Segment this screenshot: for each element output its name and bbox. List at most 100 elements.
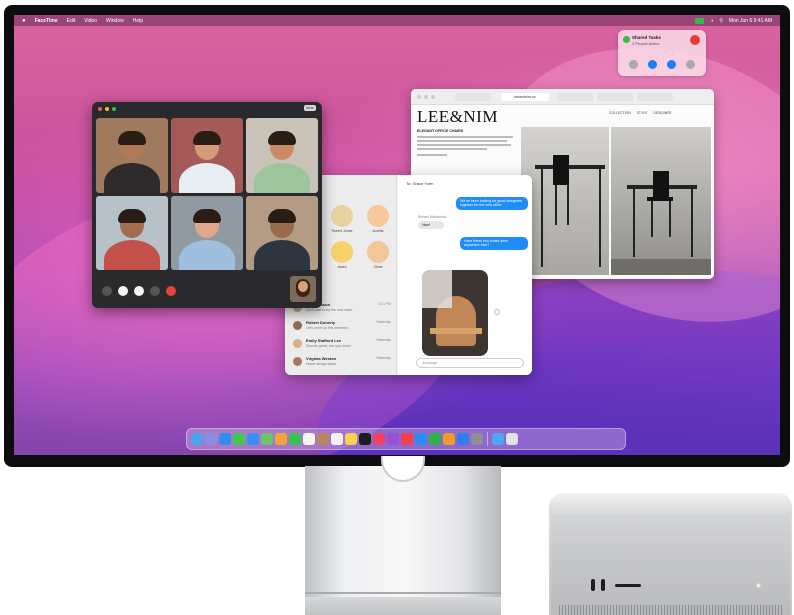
downloads-icon[interactable] (492, 433, 504, 445)
menu-window[interactable]: Window (106, 18, 124, 24)
thread-preview: Home design ideas (306, 362, 336, 366)
pinned-contact[interactable] (367, 241, 389, 263)
end-call-icon[interactable] (166, 286, 176, 296)
list-item[interactable]: Emily Stafford Lee Yesterday Sounds grea… (293, 337, 393, 353)
tv-icon[interactable] (359, 433, 371, 445)
contacts-icon[interactable] (317, 433, 329, 445)
trash-icon[interactable] (506, 433, 518, 445)
safari-tab[interactable] (557, 93, 593, 101)
facetime-participant-tile[interactable] (171, 118, 243, 193)
desk-chair-photo[interactable] (521, 127, 609, 275)
menu-app-name[interactable]: FaceTime (35, 18, 58, 24)
notification-title: Shared Tasks (632, 35, 661, 40)
finder-icon[interactable] (191, 433, 203, 445)
end-call-button[interactable] (690, 35, 700, 45)
avatar (293, 321, 302, 330)
messages-icon[interactable] (233, 433, 245, 445)
pinned-contact-name: Jaden (337, 265, 347, 269)
thread-preview: Sounds great, see you soon! (306, 344, 351, 348)
safari-tab[interactable] (637, 93, 673, 101)
facetime-participant-tile[interactable] (246, 118, 318, 193)
facetime-participant-tile[interactable] (246, 195, 318, 270)
app-store-icon[interactable] (415, 433, 427, 445)
nav-style[interactable]: STYLE (637, 111, 648, 115)
facetime-window: Mute (92, 102, 322, 308)
menu-help[interactable]: Help (133, 18, 143, 24)
pinned-contact[interactable] (331, 241, 353, 263)
thread-name: Robert Doherty (306, 320, 336, 325)
site-body-text (417, 136, 513, 158)
dock (186, 428, 626, 450)
screen-share-button[interactable] (667, 60, 676, 69)
desktop-screen: ● FaceTime Edit Video Window Help ◑ ⚲ Mo… (14, 15, 780, 455)
thread-time: Yesterday (376, 356, 391, 360)
shareplay-icon (623, 36, 630, 43)
mail-icon[interactable] (247, 433, 259, 445)
mac-studio (549, 493, 792, 615)
menu-clock[interactable]: Mon Jun 6 9:41 AM (729, 18, 772, 24)
facetime-participant-tile[interactable] (96, 195, 168, 270)
stand-base (305, 597, 501, 615)
pages-icon[interactable] (443, 433, 455, 445)
facetime-icon[interactable] (289, 433, 301, 445)
avatar (293, 357, 302, 366)
list-item[interactable]: Robert Doherty Yesterday Let's meet up t… (293, 319, 393, 335)
camera-icon[interactable] (134, 286, 144, 296)
maps-icon[interactable] (261, 433, 273, 445)
thread-time: 1:41 PM (378, 302, 391, 306)
photos-icon[interactable] (275, 433, 287, 445)
safari-tab[interactable] (455, 93, 491, 101)
calendar-icon[interactable] (303, 433, 315, 445)
pinned-contact[interactable] (331, 205, 353, 227)
notification-message: 2 People Active (632, 41, 660, 46)
mic-button[interactable] (629, 60, 638, 69)
safari-tab[interactable] (597, 93, 633, 101)
site-logo: LEE&NIM (417, 107, 498, 126)
more-button[interactable] (686, 60, 695, 69)
message-input[interactable]: iMessage (416, 358, 524, 368)
podcasts-icon[interactable] (387, 433, 399, 445)
table-chair-photo[interactable] (611, 127, 711, 275)
search-icon[interactable]: ⚲ (719, 18, 723, 24)
thread-time: Yesterday (376, 320, 391, 324)
sd-card-slot (615, 584, 641, 587)
pinned-contact[interactable] (367, 205, 389, 227)
shareplay-button-icon[interactable] (150, 286, 160, 296)
launchpad-icon[interactable] (205, 433, 217, 445)
settings-icon[interactable] (471, 433, 483, 445)
facetime-participant-tile[interactable] (171, 195, 243, 270)
video-button[interactable] (648, 60, 657, 69)
list-item[interactable]: Virginia Weston Yesterday Home design id… (293, 355, 393, 371)
usb-c-port (601, 579, 605, 591)
reminders-icon[interactable] (331, 433, 343, 445)
music-icon[interactable] (373, 433, 385, 445)
wifi-icon[interactable]: ◑ (710, 18, 713, 24)
usb-c-port (591, 579, 595, 591)
chair-photo-attachment[interactable] (422, 270, 488, 356)
facetime-participant-tile[interactable] (96, 118, 168, 193)
menu-edit[interactable]: Edit (67, 18, 76, 24)
notes-icon[interactable] (345, 433, 357, 445)
tapback-icon[interactable] (494, 309, 500, 315)
apple-icon[interactable]: ● (22, 18, 26, 24)
keynote-icon[interactable] (457, 433, 469, 445)
nav-designer[interactable]: DESIGNER (653, 111, 671, 115)
news-icon[interactable] (401, 433, 413, 445)
facetime-grid (96, 118, 318, 270)
mic-icon[interactable] (118, 286, 128, 296)
pinned-contact-name: Olivia (373, 265, 383, 269)
recipient-field[interactable]: To: Grace Yuen (406, 181, 434, 186)
avatar (293, 339, 302, 348)
mute-button[interactable]: Mute (304, 105, 316, 111)
facetime-status-icon[interactable] (695, 17, 705, 24)
thread-name: Virginia Weston (306, 356, 337, 361)
shareplay-notification[interactable]: Shared Tasks 2 People Active (618, 30, 706, 76)
address-bar[interactable]: leeandnim.co (501, 93, 549, 101)
sidebar-icon[interactable] (102, 286, 112, 296)
nav-collection[interactable]: COLLECTION (609, 111, 631, 115)
menu-video[interactable]: Video (84, 18, 97, 24)
thread-preview: Can't wait to try the new chair. (306, 308, 353, 312)
self-view (290, 276, 316, 302)
safari-icon[interactable] (219, 433, 231, 445)
numbers-icon[interactable] (429, 433, 441, 445)
